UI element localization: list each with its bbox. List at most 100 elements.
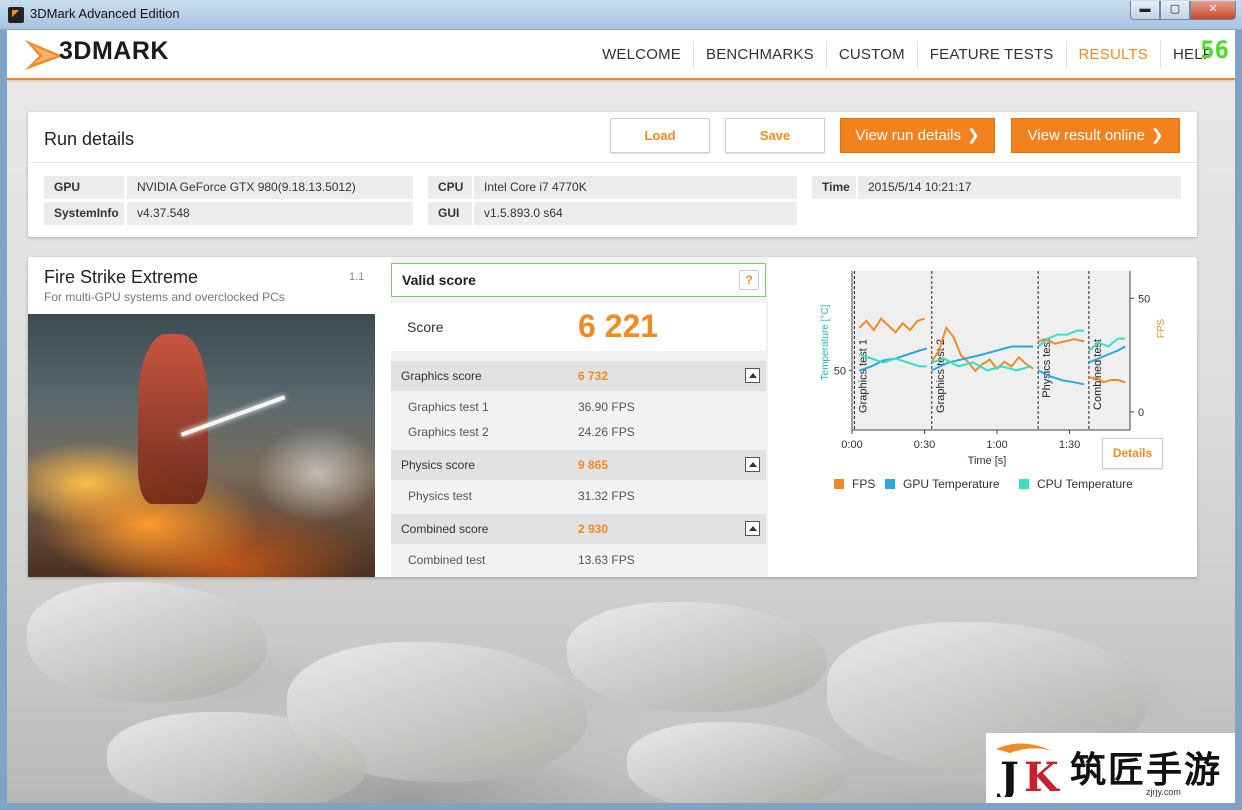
nav-results[interactable]: RESULTS: [1067, 41, 1161, 69]
view-result-online-label: View result online: [1027, 127, 1145, 144]
details-button[interactable]: Details: [1102, 438, 1163, 469]
view-result-online-button[interactable]: View result online ❯: [1011, 118, 1180, 153]
svg-text:J: J: [997, 754, 1019, 797]
physics-score-value: 9 865: [578, 458, 609, 472]
valid-score-banner: Valid score ?: [391, 263, 766, 297]
graphics-test-1-row: Graphics test 1 36.90 FPS: [391, 394, 766, 419]
graphics-test-2-row: Graphics test 2 24.26 FPS: [391, 419, 766, 444]
graphics-score-value: 6 732: [578, 369, 609, 383]
x-tick-label: 0:00: [841, 439, 862, 451]
minimize-button[interactable]: ▬: [1130, 1, 1160, 20]
section-label: Combined test: [1092, 339, 1104, 410]
test-screenshot-image: [28, 314, 375, 577]
combined-score-row: Combined score 2 930: [391, 514, 766, 544]
watermark-text: 筑匠手游: [1070, 749, 1223, 791]
time-label: Time: [812, 176, 856, 199]
legend-label-gpu: GPU Temperature: [903, 477, 1000, 491]
legend-swatch-fps: [834, 479, 844, 489]
legend-fps: FPS: [834, 477, 875, 491]
legend-label-fps: FPS: [852, 477, 876, 491]
combined-score-value: 2 930: [578, 522, 609, 536]
legend-swatch-gpu: [885, 479, 895, 489]
close-button[interactable]: ✕: [1190, 1, 1236, 20]
svg-text:K: K: [1024, 754, 1060, 797]
fps-counter-overlay: 56: [1200, 36, 1229, 64]
maximize-button[interactable]: ▢: [1160, 1, 1190, 20]
gui-value: v1.5.893.0 s64: [474, 202, 797, 225]
x-tick-label: 1:00: [986, 439, 1007, 451]
gpu-value: NVIDIA GeForce GTX 980(9.18.13.5012): [127, 176, 413, 199]
collapse-physics-button[interactable]: [745, 457, 760, 472]
nav-custom[interactable]: CUSTOM: [827, 41, 918, 69]
legend-gpu-temperature: GPU Temperature: [885, 477, 1000, 491]
collapse-graphics-button[interactable]: [745, 368, 760, 383]
main-nav: WELCOME BENCHMARKS CUSTOM FEATURE TESTS …: [590, 30, 1213, 80]
run-details-panel: Run details Load Save View run details ❯ …: [28, 112, 1197, 237]
graphics-test-2-label: Graphics test 2: [408, 425, 489, 439]
time-value: 2015/5/14 10:21:17: [858, 176, 1181, 199]
legend-cpu-temperature: CPU Temperature: [1019, 477, 1133, 491]
section-label: Graphics test 2: [935, 339, 947, 413]
nav-benchmarks[interactable]: BENCHMARKS: [694, 41, 827, 69]
save-button[interactable]: Save: [725, 118, 825, 153]
combined-test-label: Combined test: [408, 553, 486, 567]
systeminfo-label: SystemInfo: [44, 202, 124, 225]
monitoring-chart-svg: 0:00 0:30 1:00 1:30 Time [s] 50 50 0 Temperature…: [820, 271, 1167, 467]
window-title-bar: 3DMark Advanced Edition ▬ ▢ ✕: [0, 0, 1242, 30]
load-button[interactable]: Load: [610, 118, 710, 153]
physics-score-row: Physics score 9 865: [391, 450, 766, 480]
nav-welcome[interactable]: WELCOME: [590, 41, 694, 69]
test-description: For multi-GPU systems and overclocked PC…: [44, 290, 285, 304]
run-details-title: Run details: [44, 129, 135, 149]
watermark-logo-icon: J K: [996, 743, 1060, 797]
collapse-combined-button[interactable]: [745, 521, 760, 536]
fire-creature-figure: [138, 334, 208, 504]
legend-swatch-cpu: [1019, 479, 1029, 489]
physics-test-value: 31.32 FPS: [578, 489, 635, 503]
help-question-button[interactable]: ?: [739, 270, 759, 290]
legend-label-cpu: CPU Temperature: [1037, 477, 1133, 491]
graphics-test-2-value: 24.26 FPS: [578, 425, 635, 439]
physics-test-label: Physics test: [408, 489, 473, 503]
test-name: Fire Strike Extreme: [44, 267, 199, 287]
view-run-details-button[interactable]: View run details ❯: [840, 118, 995, 153]
combined-test-row: Combined test 13.63 FPS: [391, 547, 766, 572]
y-left-tick-label: 50: [834, 365, 846, 377]
section-label: Physics test: [1041, 339, 1053, 398]
x-axis-label: Time [s]: [968, 455, 1007, 467]
cpu-value: Intel Core i7 4770K: [474, 176, 797, 199]
watermark-url: zjrjy.com: [1146, 787, 1181, 797]
physics-score-label: Physics score: [401, 458, 476, 472]
x-tick-label: 1:30: [1059, 439, 1080, 451]
valid-score-label: Valid score: [402, 272, 476, 288]
view-run-details-label: View run details: [855, 127, 962, 144]
x-tick-label: 0:30: [914, 439, 935, 451]
section-label: Graphics test 1: [857, 339, 869, 413]
combined-score-label: Combined score: [401, 522, 489, 536]
overall-score-box: Score 6 221: [391, 303, 766, 351]
graphics-score-label: Graphics score: [401, 369, 482, 383]
physics-test-row: Physics test 31.32 FPS: [391, 483, 766, 508]
app-header: 3DMARK WELCOME BENCHMARKS CUSTOM FEATURE…: [7, 30, 1235, 80]
result-panel: Fire Strike Extreme For multi-GPU system…: [28, 257, 1197, 577]
y-axis-right-label: FPS: [1156, 318, 1167, 338]
gpu-label: GPU: [44, 176, 124, 199]
score-column: Valid score ? Score 6 221 Graphics score…: [391, 257, 768, 577]
overall-score-value: 6 221: [578, 308, 659, 344]
y-axis-left-label: Temperature [°C]: [820, 304, 831, 380]
combined-test-value: 13.63 FPS: [578, 553, 635, 567]
y-right-tick-label: 50: [1138, 293, 1150, 305]
chevron-right-icon: ❯: [967, 127, 980, 144]
graphics-test-1-label: Graphics test 1: [408, 400, 489, 414]
test-version: 1.1: [349, 271, 365, 283]
logo-text: 3DMARK: [59, 37, 169, 65]
watermark: J K 筑匠手游 zjrjy.com: [986, 733, 1235, 803]
graphics-test-1-value: 36.90 FPS: [578, 400, 635, 414]
window-title: 3DMark Advanced Edition: [30, 6, 180, 21]
gui-label: GUI: [428, 202, 472, 225]
plot-area: [852, 271, 1130, 430]
systeminfo-value: v4.37.548: [127, 202, 413, 225]
app-client-area: 3DMARK WELCOME BENCHMARKS CUSTOM FEATURE…: [7, 30, 1235, 803]
app-icon: [8, 7, 24, 23]
nav-feature-tests[interactable]: FEATURE TESTS: [918, 41, 1067, 69]
